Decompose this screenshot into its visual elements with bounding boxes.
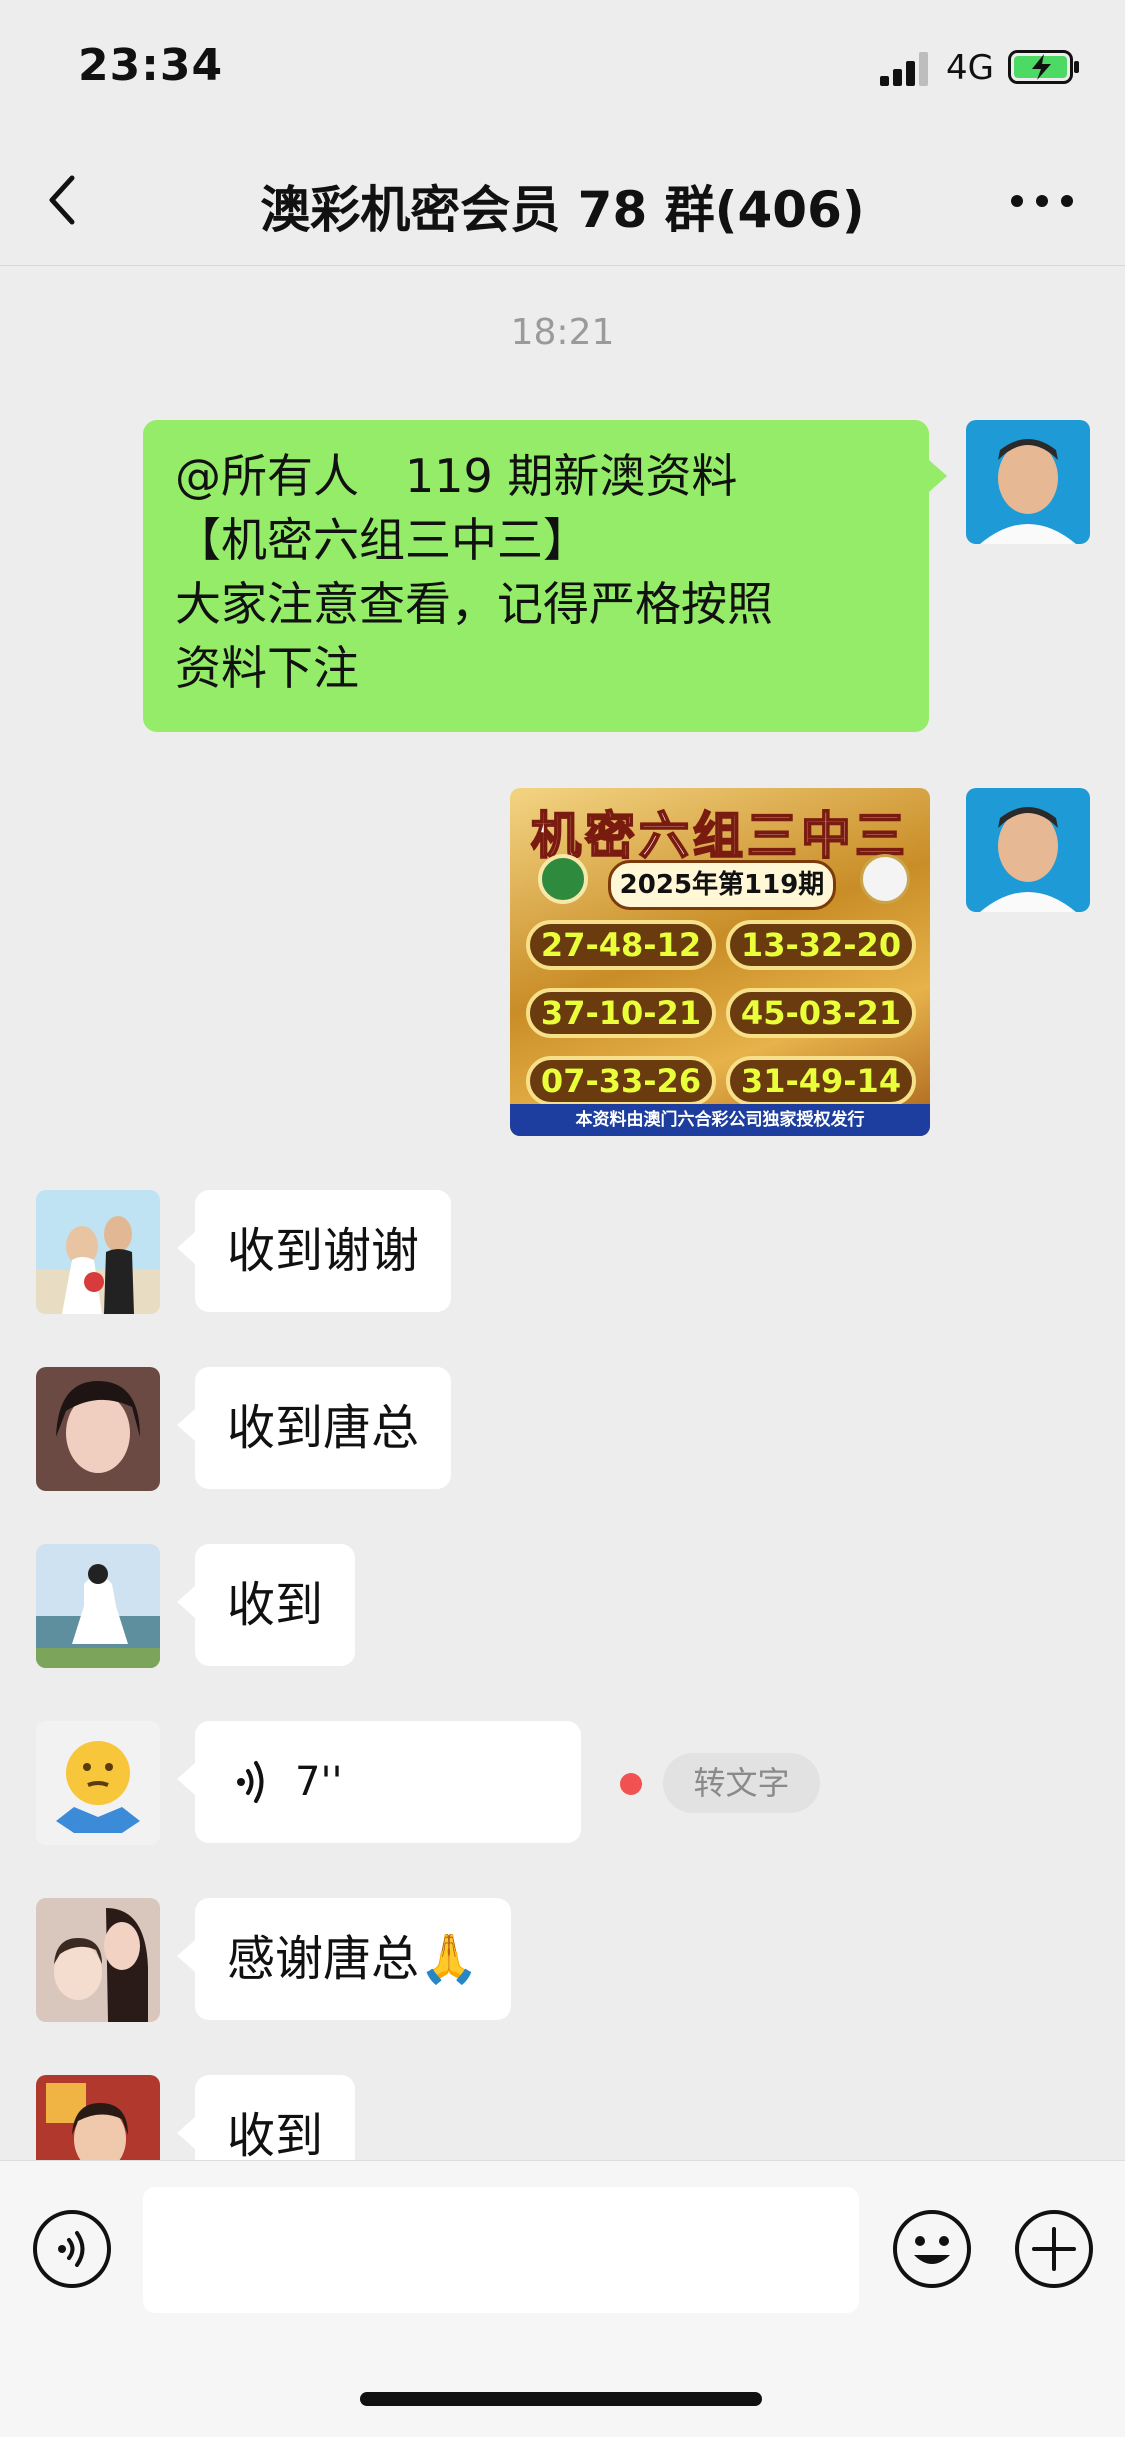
lottery-number: 13-32-20 <box>726 920 916 970</box>
message-bubble-incoming[interactable]: 收到 <box>176 1544 356 1666</box>
emoji-icon[interactable] <box>892 2209 972 2289</box>
chat-title: 澳彩机密会员 78 群(406) <box>260 181 865 239</box>
plus-icon[interactable] <box>1014 2209 1094 2289</box>
avatar-member[interactable] <box>36 1544 160 1668</box>
avatar-member[interactable] <box>36 1190 160 1314</box>
chat-header: 澳彩机密会员 78 群(406) <box>0 140 1125 266</box>
avatar-self[interactable] <box>966 420 1090 544</box>
convert-to-text-button[interactable]: 转文字 <box>663 1753 820 1813</box>
voice-mode-icon[interactable] <box>32 2209 112 2289</box>
lottery-logo-icon <box>860 854 910 904</box>
home-indicator <box>360 2392 762 2406</box>
lottery-number: 37-10-21 <box>526 988 716 1038</box>
status-bar: 23:34 4G <box>0 0 1125 140</box>
message-line: 资料下注 <box>175 641 359 695</box>
status-time: 23:34 <box>78 40 224 91</box>
message-bubble-incoming[interactable]: 收到谢谢 <box>176 1190 452 1312</box>
avatar-member[interactable] <box>36 1367 160 1491</box>
image-message[interactable]: 机密六组三中三 2025年第119期 27-48-12 13-32-20 37-… <box>510 788 930 1136</box>
message-line: @所有人 119 期新澳资料 <box>175 449 738 503</box>
more-icon[interactable] <box>1010 194 1074 208</box>
lottery-number: 27-48-12 <box>526 920 716 970</box>
network-label: 4G <box>946 48 994 88</box>
message-line: 大家注意查看，记得严格按照 <box>175 577 773 631</box>
voice-duration: 7'' <box>295 1759 343 1805</box>
voice-message-bubble[interactable]: 7'' <box>177 1721 581 1843</box>
signal-icon <box>880 52 928 86</box>
lottery-number: 07-33-26 <box>526 1056 716 1106</box>
message-bubble-incoming[interactable]: 感谢唐总🙏 <box>177 1898 511 2020</box>
avatar-member[interactable] <box>36 1721 160 1845</box>
avatar-self[interactable] <box>966 788 1090 912</box>
battery-charging-icon <box>1008 50 1079 84</box>
image-issue-label: 2025年第119期 <box>608 860 836 910</box>
message-bubble-outgoing[interactable]: @所有人 119 期新澳资料 【机密六组三中三】 大家注意查看，记得严格按照 资… <box>143 420 947 732</box>
message-line: 【机密六组三中三】 <box>175 513 589 567</box>
unread-dot <box>620 1773 642 1795</box>
message-input[interactable] <box>143 2187 859 2313</box>
message-bubble-incoming[interactable]: 收到唐总 <box>176 1367 452 1489</box>
lottery-number: 31-49-14 <box>726 1056 916 1106</box>
macau-emblem-icon <box>538 854 588 904</box>
lottery-number: 45-03-21 <box>726 988 916 1038</box>
avatar-member[interactable] <box>36 1898 160 2022</box>
image-footer: 本资料由澳门六合彩公司独家授权发行 <box>510 1104 930 1136</box>
message-timestamp: 18:21 <box>510 312 615 353</box>
voice-waves-icon <box>237 1761 264 1803</box>
